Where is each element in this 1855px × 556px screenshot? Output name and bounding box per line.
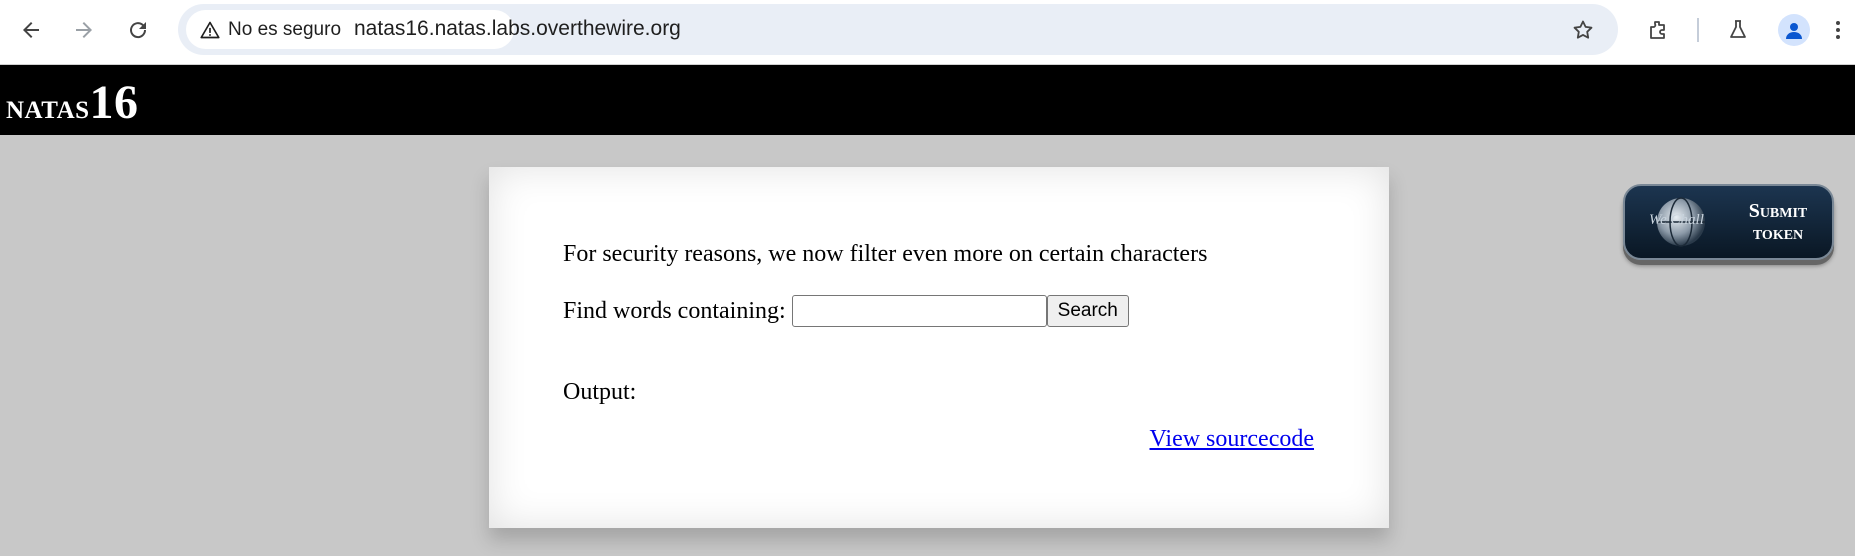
security-label: No es seguro bbox=[228, 18, 342, 40]
extensions-icon[interactable] bbox=[1640, 12, 1676, 48]
page-title: natas16 bbox=[6, 75, 139, 130]
profile-icon bbox=[1786, 23, 1802, 39]
filter-message: For security reasons, we now filter even… bbox=[563, 241, 1208, 267]
wechall-submit-token-button[interactable]: We Chall Submit token bbox=[1623, 184, 1834, 260]
address-bar[interactable]: No es seguro natas16.natas.labs.overthew… bbox=[178, 4, 1618, 55]
page-title-number: 16 bbox=[89, 76, 139, 129]
page-header: natas16 bbox=[0, 65, 1855, 135]
forward-icon[interactable] bbox=[66, 12, 102, 48]
search-button[interactable]: Search bbox=[1046, 295, 1129, 327]
browser-toolbar: No es seguro natas16.natas.labs.overthew… bbox=[0, 0, 1855, 65]
toolbar-divider bbox=[1697, 18, 1699, 42]
warning-icon bbox=[200, 21, 220, 38]
reload-icon[interactable] bbox=[120, 12, 156, 48]
url-text[interactable]: natas16.natas.labs.overthewire.org bbox=[354, 17, 681, 41]
content-panel: For security reasons, we now filter even… bbox=[489, 167, 1389, 528]
bookmark-star-icon[interactable] bbox=[1565, 12, 1601, 48]
output-label: Output: bbox=[563, 379, 637, 405]
view-sourcecode-link[interactable]: View sourcecode bbox=[1150, 426, 1314, 453]
back-icon[interactable] bbox=[13, 12, 49, 48]
search-input[interactable] bbox=[791, 295, 1047, 327]
wechall-logo-text: We Chall bbox=[1649, 212, 1704, 228]
labs-flask-icon[interactable] bbox=[1720, 12, 1756, 48]
search-form: Find words containing: Search bbox=[563, 295, 1129, 327]
menu-kebab-icon[interactable] bbox=[1826, 12, 1850, 48]
profile-avatar[interactable] bbox=[1778, 14, 1810, 46]
page-title-prefix: natas bbox=[6, 86, 90, 126]
submit-token-label: Submit token bbox=[1748, 200, 1808, 244]
search-label: Find words containing: bbox=[563, 297, 786, 324]
